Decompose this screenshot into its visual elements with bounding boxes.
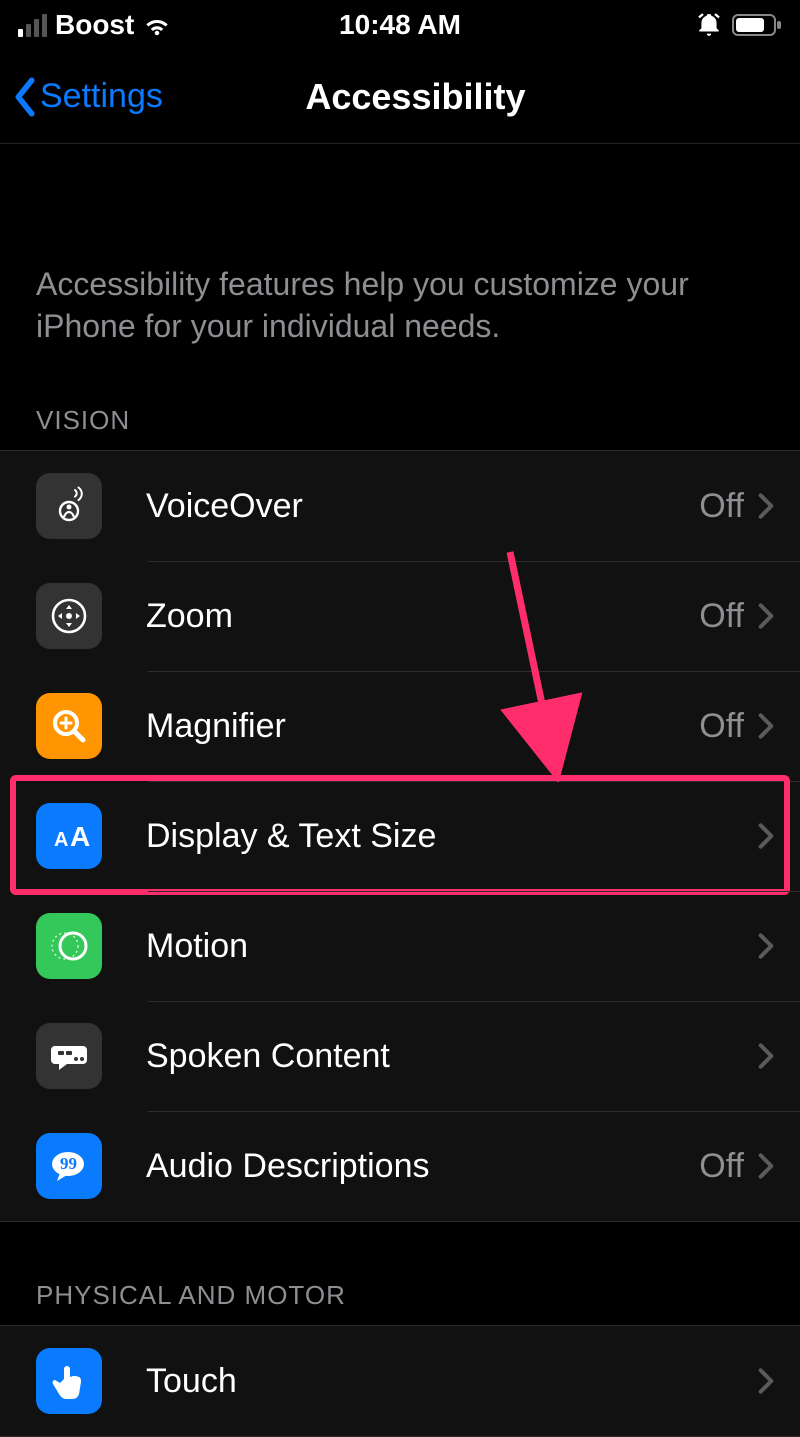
row-label: Magnifier xyxy=(146,707,699,746)
section-header-physical: PHYSICAL AND MOTOR xyxy=(0,1222,800,1325)
chevron-right-icon xyxy=(758,712,774,740)
chevron-right-icon xyxy=(758,932,774,960)
alarm-icon xyxy=(696,12,722,38)
text-size-icon: AA xyxy=(36,803,102,869)
svg-text:99: 99 xyxy=(60,1154,77,1173)
chevron-right-icon xyxy=(758,1042,774,1070)
row-label: Motion xyxy=(146,927,758,966)
status-time: 10:48 AM xyxy=(273,9,528,41)
status-bar: Boost 10:48 AM xyxy=(0,0,800,50)
row-label: Spoken Content xyxy=(146,1037,758,1076)
zoom-icon xyxy=(36,583,102,649)
svg-text:A: A xyxy=(54,829,68,851)
row-label: Audio Descriptions xyxy=(146,1147,699,1186)
carrier-label: Boost xyxy=(55,9,134,41)
wifi-icon xyxy=(142,13,172,37)
row-audio-descriptions[interactable]: 99 Audio Descriptions Off xyxy=(0,1111,800,1221)
row-zoom[interactable]: Zoom Off xyxy=(0,561,800,671)
touch-icon xyxy=(36,1348,102,1414)
magnifier-icon xyxy=(36,693,102,759)
row-label: VoiceOver xyxy=(146,487,699,526)
row-label: Display & Text Size xyxy=(146,817,758,856)
nav-bar: Settings Accessibility xyxy=(0,50,800,144)
row-label: Zoom xyxy=(146,597,699,636)
page-title: Accessibility xyxy=(43,76,788,118)
battery-icon xyxy=(732,13,782,37)
chevron-right-icon xyxy=(758,1367,774,1395)
vision-list: VoiceOver Off Zoom Off Magnifier Off AA … xyxy=(0,450,800,1222)
spoken-content-icon xyxy=(36,1023,102,1089)
section-header-vision: VISION xyxy=(0,347,800,450)
motion-icon xyxy=(36,913,102,979)
audio-descriptions-icon: 99 xyxy=(36,1133,102,1199)
row-value: Off xyxy=(699,1147,744,1186)
row-value: Off xyxy=(699,707,744,746)
row-label: Touch xyxy=(146,1362,758,1401)
row-display-text-size[interactable]: AA Display & Text Size xyxy=(0,781,800,891)
row-spoken-content[interactable]: Spoken Content xyxy=(0,1001,800,1111)
chevron-right-icon xyxy=(758,1152,774,1180)
row-magnifier[interactable]: Magnifier Off xyxy=(0,671,800,781)
row-value: Off xyxy=(699,597,744,636)
row-voiceover[interactable]: VoiceOver Off xyxy=(0,451,800,561)
chevron-right-icon xyxy=(758,602,774,630)
row-motion[interactable]: Motion xyxy=(0,891,800,1001)
voiceover-icon xyxy=(36,473,102,539)
svg-text:A: A xyxy=(70,821,90,852)
chevron-right-icon xyxy=(758,492,774,520)
signal-bars-icon xyxy=(18,14,47,37)
content[interactable]: Accessibility features help you customiz… xyxy=(0,144,800,1437)
row-value: Off xyxy=(699,487,744,526)
intro-text: Accessibility features help you customiz… xyxy=(0,144,800,347)
chevron-right-icon xyxy=(758,822,774,850)
physical-list: Touch xyxy=(0,1325,800,1437)
chevron-left-icon xyxy=(12,77,38,117)
